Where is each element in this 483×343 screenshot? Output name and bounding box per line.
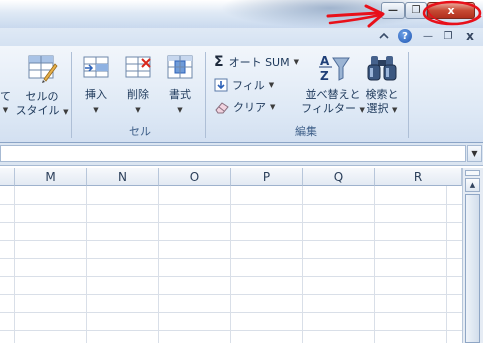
cells-group-label: セル — [129, 125, 151, 138]
svg-text:A: A — [320, 54, 330, 68]
scroll-up-icon: ▲ — [469, 181, 476, 189]
partial-ribbon-button[interactable]: て ▼ — [0, 90, 11, 114]
cell-style-button[interactable]: セルの スタイル ▼ — [16, 52, 68, 119]
column-header-n[interactable]: N — [87, 168, 159, 186]
split-handle[interactable] — [465, 170, 480, 176]
fill-down-icon — [214, 78, 228, 92]
workbook-close-button[interactable]: x — [463, 29, 477, 43]
formula-input[interactable] — [0, 145, 466, 162]
workbook-minimize-button[interactable]: — — [421, 29, 435, 43]
column-header-partial[interactable] — [0, 168, 15, 186]
window-minimize-button[interactable]: — — [381, 2, 405, 19]
title-bar: — ❐ x — [0, 0, 483, 28]
column-header-q[interactable]: Q — [303, 168, 375, 186]
help-icon[interactable]: ? — [398, 29, 412, 43]
sort-filter-button[interactable]: A Z 並べ替えと フィルター ▼ — [301, 52, 365, 117]
ribbon-collapse-icon[interactable] — [378, 29, 390, 43]
column-header-r[interactable]: R — [375, 168, 462, 186]
column-header-o[interactable]: O — [159, 168, 231, 186]
sigma-icon: Σ — [214, 54, 224, 70]
workbook-restore-button[interactable]: ❐ — [441, 29, 455, 43]
editing-group-label: 編集 — [295, 125, 317, 138]
delete-cells-icon — [125, 56, 151, 78]
scroll-thumb[interactable] — [465, 194, 480, 343]
delete-button[interactable]: 削除 ▼ — [120, 52, 156, 114]
eraser-icon — [215, 102, 229, 114]
clear-button[interactable]: クリア ▼ — [214, 99, 275, 115]
formula-expand-button[interactable]: ▼ — [467, 145, 482, 162]
cell-style-icon — [28, 55, 58, 83]
svg-text:Z: Z — [320, 69, 329, 83]
group-separator — [71, 52, 72, 138]
insert-button[interactable]: 挿入 ▼ — [78, 52, 114, 114]
scroll-up-button[interactable]: ▲ — [465, 178, 480, 192]
group-separator — [408, 52, 409, 138]
column-header-p[interactable]: P — [231, 168, 303, 186]
formula-bar: ▼ — [0, 143, 483, 166]
find-select-button[interactable]: 検索と 選択 ▼ — [364, 52, 400, 117]
autosum-button[interactable]: Σ オート SUM ▼ — [214, 54, 299, 70]
window-restore-button[interactable]: ❐ — [405, 2, 427, 19]
sort-filter-icon: A Z — [319, 54, 350, 83]
format-cells-icon — [167, 55, 193, 79]
window-close-button[interactable]: x — [427, 2, 475, 19]
insert-cells-icon — [83, 56, 109, 78]
ribbon: て ▼ セルの スタイル ▼ 挿入 ▼ 削除 ▼ 書式 ▼ セル Σ オート S… — [0, 46, 483, 143]
chevron-down-icon: ▼ — [471, 149, 478, 158]
column-header-m[interactable]: M — [15, 168, 87, 186]
binoculars-icon — [367, 56, 397, 81]
format-button[interactable]: 書式 ▼ — [161, 52, 199, 114]
fill-button[interactable]: フィル ▼ — [214, 77, 274, 93]
